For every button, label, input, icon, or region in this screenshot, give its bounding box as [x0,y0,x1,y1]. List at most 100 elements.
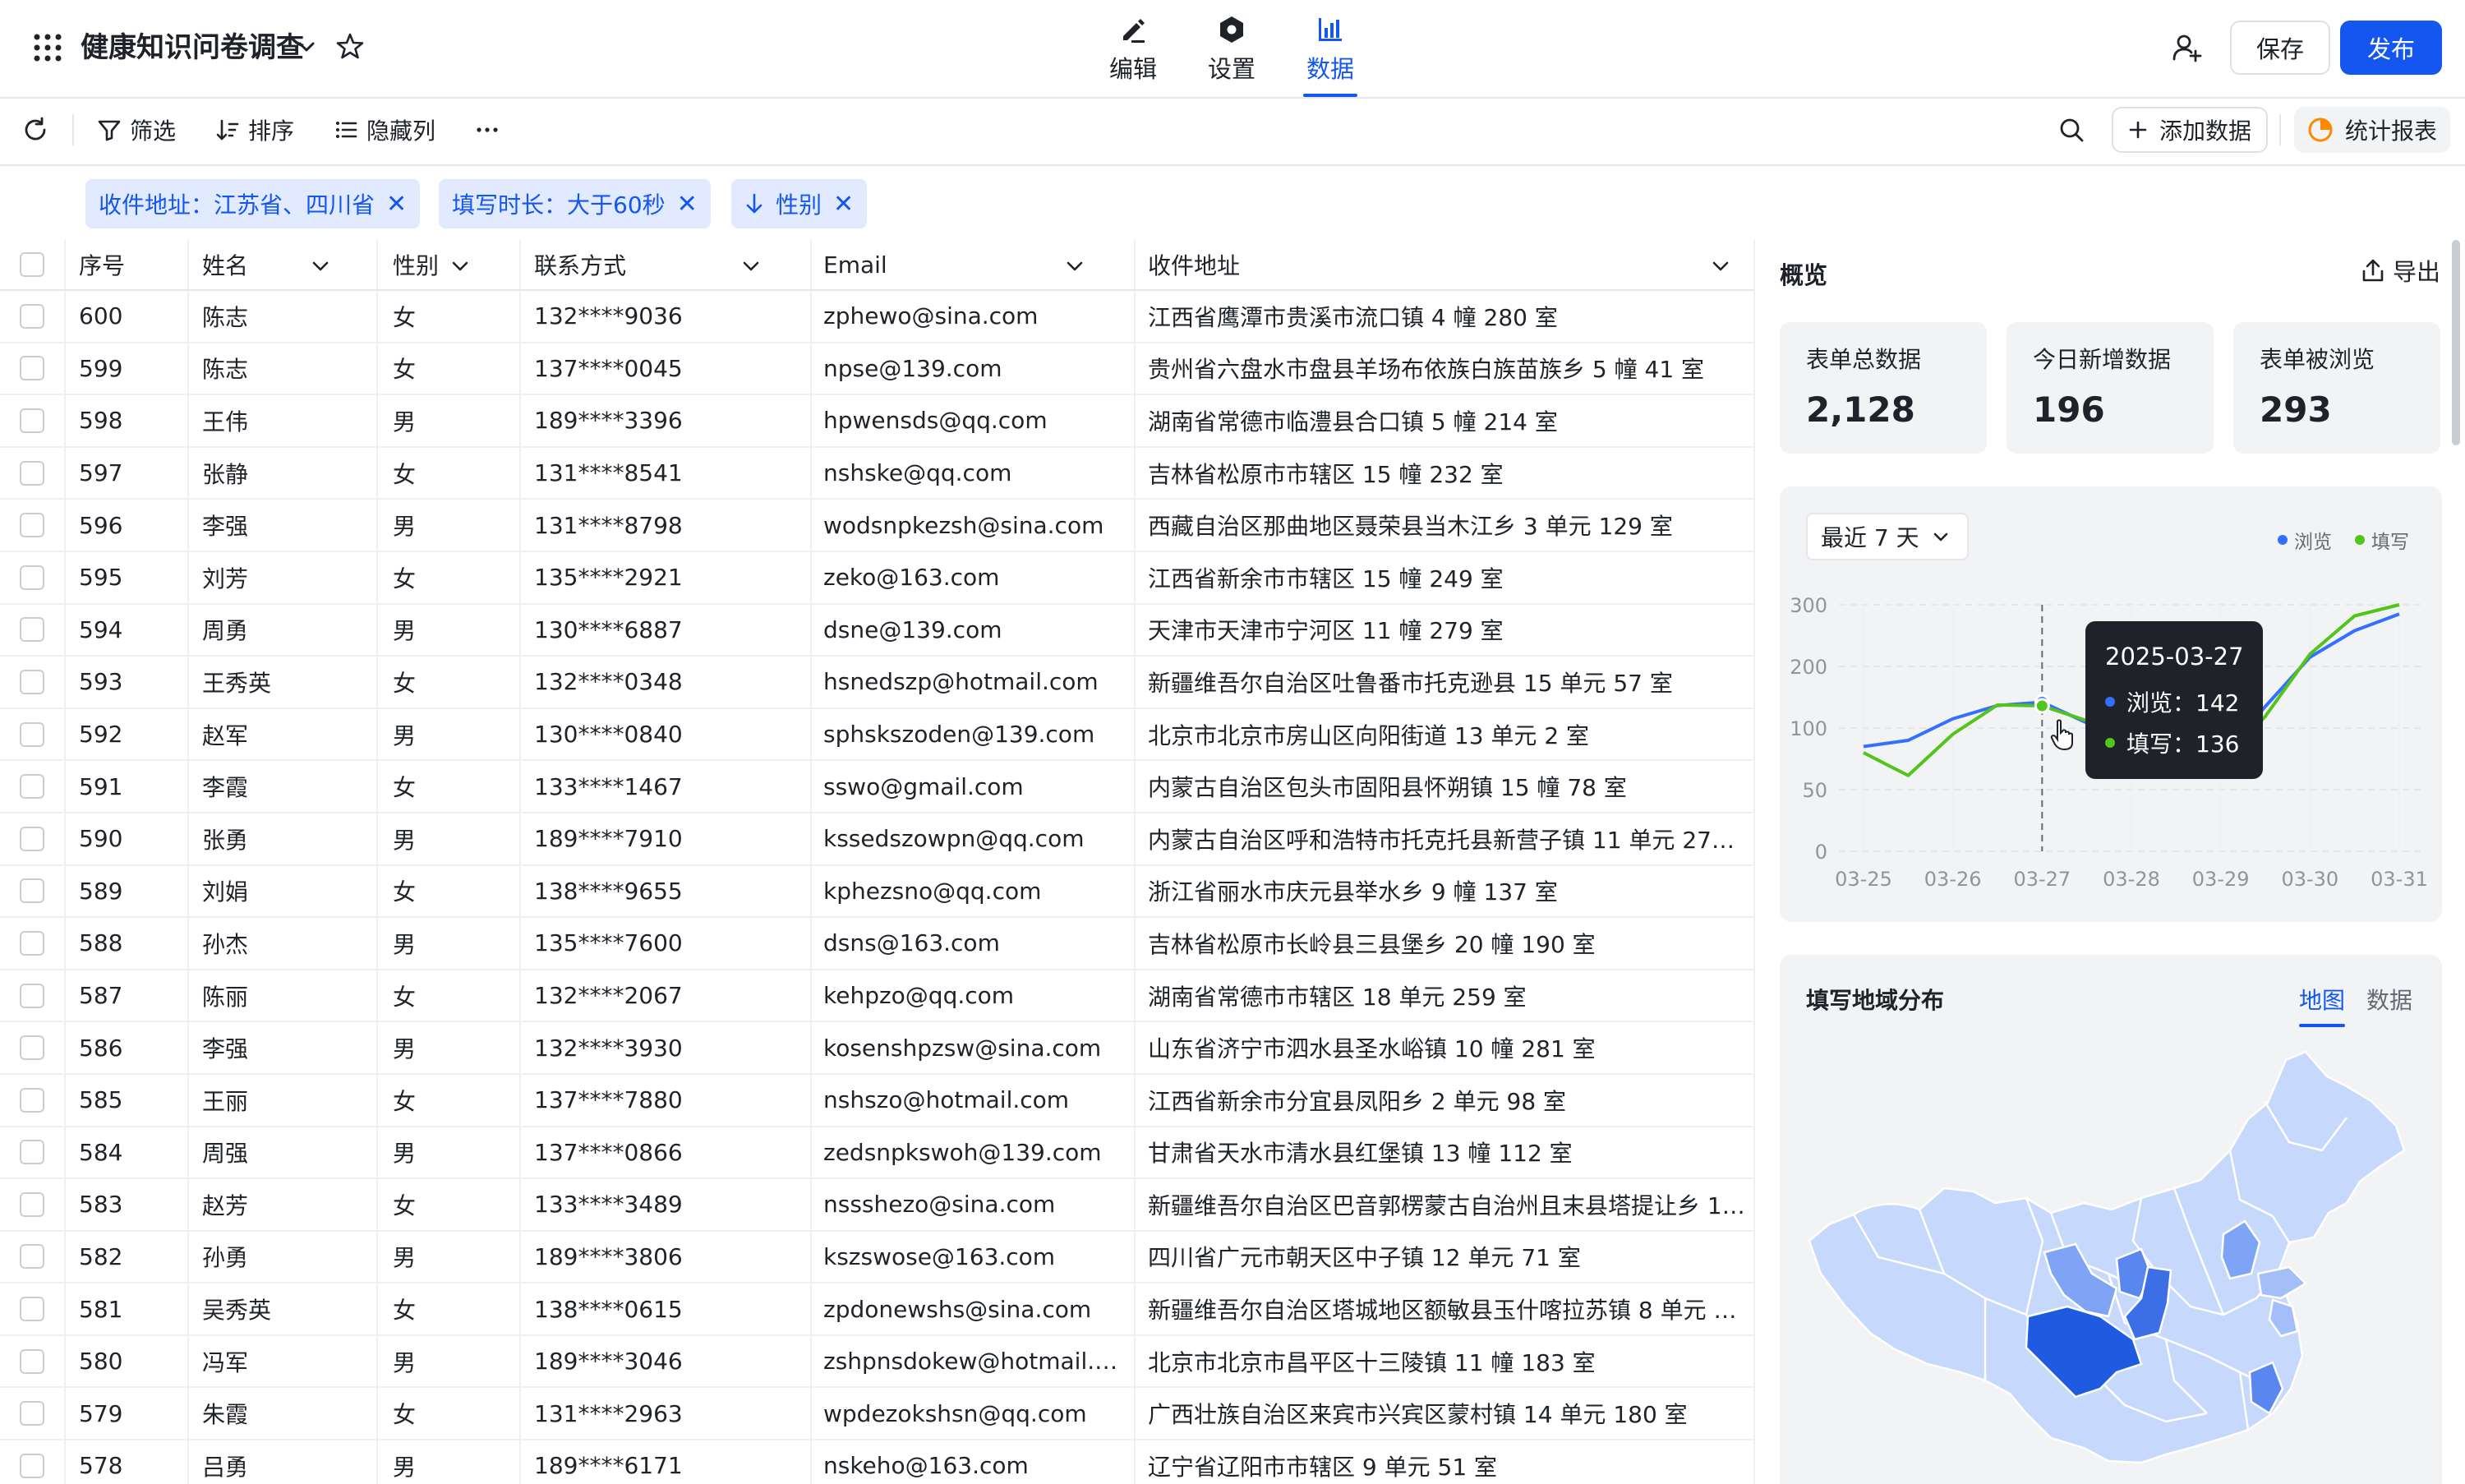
row-checkbox[interactable] [20,1232,46,1283]
row-checkbox[interactable] [20,1440,46,1484]
chevron-down-icon[interactable] [450,256,470,276]
table-row[interactable]: 582 孙勇 男 189****3806 kszswose@163.com 四川省广元市朝… [0,1232,1754,1284]
more-icon[interactable] [475,113,500,146]
add-data-button[interactable]: 添加数据 [2112,107,2268,153]
row-checkbox[interactable] [20,448,46,499]
add-collaborator-icon[interactable] [2171,31,2204,64]
cell-name: 朱霞 [202,1388,366,1439]
filter-button[interactable]: 筛选 [97,113,176,146]
table-row[interactable]: 580 冯军 男 189****3046 zshpnsdokew@hotmail.com… [0,1336,1754,1389]
row-checkbox[interactable] [20,343,46,394]
cell-email: zedsnpkswoh@139.com [823,1127,1127,1178]
table-row[interactable]: 579 朱霞 女 131****2963 wpdezokshsn@qq.com 广西壮族自… [0,1388,1754,1441]
export-button[interactable]: 导出 [2360,253,2440,288]
row-checkbox[interactable] [20,1284,46,1334]
search-icon[interactable] [2057,113,2085,146]
app-grid-icon[interactable] [33,33,62,62]
row-checkbox[interactable] [20,552,46,603]
table-row[interactable]: 594 周勇 男 130****6887 dsne@139.com 天津市天津市宁河区 1… [0,605,1754,657]
row-checkbox[interactable] [20,605,46,656]
china-choropleth-map[interactable] [1780,1027,2442,1484]
sort-button[interactable]: 排序 [215,113,294,146]
row-checkbox[interactable] [20,1336,46,1387]
row-checkbox[interactable] [20,657,46,707]
cell-email: nskeho@163.com [823,1440,1127,1484]
table-row[interactable]: 591 李霞 女 133****1467 sswo@gmail.com 内蒙古自治区包头市… [0,761,1754,813]
hide-columns-button[interactable]: 隐藏列 [334,113,435,146]
chevron-down-icon[interactable] [311,256,330,276]
cell-address-text: 湖南省常德市临澧县合口镇 5 幢 214 室 [1148,408,1558,436]
tab-map-data[interactable]: 数据 [2366,983,2412,1016]
table-row[interactable]: 586 李强 男 132****3930 kosenshpzsw@sina.com 山东省… [0,1022,1754,1075]
table-row[interactable]: 578 吕勇 男 189****6171 nskeho@163.com 辽宁省辽阳市市辖区… [0,1440,1754,1484]
table-row[interactable]: 590 张勇 男 189****7910 kssedszowpn@qq.com 内蒙古自治… [0,813,1754,866]
table-row[interactable]: 597 张静 女 131****8541 nshske@qq.com 吉林省松原市市辖区 … [0,448,1754,500]
header-phone[interactable]: 联系方式 [534,240,805,289]
cell-email: zphewo@sina.com [823,291,1127,342]
row-checkbox[interactable] [20,970,46,1021]
header-name[interactable]: 姓名 [202,240,366,289]
filter-chip-duration[interactable]: 填写时长：大于60秒 ✕ [439,179,711,228]
row-checkbox[interactable] [20,761,46,812]
table-row[interactable]: 600 陈志 女 132****9036 zphewo@sina.com 江西省鹰潭市贵溪… [0,291,1754,343]
chevron-down-icon[interactable] [1711,256,1730,276]
row-checkbox[interactable] [20,813,46,864]
map-region-shandong[interactable] [2256,1265,2308,1300]
table-row[interactable]: 583 赵芳 女 133****3489 nssshezo@sina.com 新疆维吾尔自… [0,1179,1754,1232]
close-icon[interactable]: ✕ [386,190,407,219]
header-index[interactable]: 序号 [79,240,186,289]
tab-edit[interactable]: 编辑 [1088,8,1178,95]
row-checkbox[interactable] [20,291,46,342]
filter-chip-label: 填写时长：大于60秒 [452,191,666,219]
table-row[interactable]: 581 吴秀英 女 138****0615 zpdonewshs@sina.com 新疆维… [0,1284,1754,1336]
cell-phone-text: 138****9655 [534,877,683,905]
cell-phone-text: 138****0615 [534,1295,683,1323]
tooltip-fills-text: 填写：136 [2126,730,2240,758]
table-row[interactable]: 598 王伟 男 189****3396 hpwensds@qq.com 湖南省常德市临澧… [0,395,1754,448]
close-icon[interactable]: ✕ [833,190,854,219]
refresh-button[interactable] [21,113,49,146]
table-row[interactable]: 596 李强 男 131****8798 wodsnpkezsh@sina.com 西藏自… [0,500,1754,552]
row-checkbox[interactable] [20,709,46,760]
table-row[interactable]: 587 陈丽 女 132****2067 kehpzo@qq.com 湖南省常德市市辖区 … [0,970,1754,1023]
star-icon[interactable] [335,31,365,61]
row-checkbox[interactable] [20,918,46,969]
table-row[interactable]: 584 周强 男 137****0866 zedsnpkswoh@139.com 甘肃省天… [0,1127,1754,1180]
stat-card-total: 表单总数据 2,128 [1780,322,1987,454]
row-checkbox[interactable] [20,500,46,551]
table-row[interactable]: 595 刘芳 女 135****2921 zeko@163.com 江西省新余市市辖区 1… [0,552,1754,605]
row-checkbox[interactable] [20,1388,46,1439]
chevron-down-icon[interactable] [741,256,761,276]
filter-chip-gender-sort[interactable]: 性别 ✕ [731,179,868,228]
date-range-select[interactable]: 最近 7 天 [1806,513,1969,560]
tab-map[interactable]: 地图 [2299,983,2346,1027]
legend-fills[interactable]: 填写 [2355,526,2409,554]
app-title[interactable]: 健康知识问卷调查 [81,28,304,67]
chevron-down-icon[interactable] [296,36,317,58]
row-checkbox[interactable] [20,395,46,446]
panel-scrollbar[interactable] [2452,240,2460,445]
tab-data[interactable]: 数据 [1285,8,1375,97]
table-row[interactable]: 592 赵军 男 130****0840 sphskszoden@139.com 北京市北… [0,709,1754,762]
publish-button[interactable]: 发布 [2340,21,2442,75]
row-checkbox[interactable] [20,1022,46,1073]
table-row[interactable]: 599 陈志 女 137****0045 npse@139.com 贵州省六盘水市盘县羊场… [0,343,1754,396]
header-address[interactable]: 收件地址 [1148,240,1746,289]
table-row[interactable]: 588 孙杰 男 135****7600 dsns@163.com 吉林省松原市长岭县三县… [0,918,1754,970]
legend-views[interactable]: 浏览 [2278,526,2332,554]
row-checkbox[interactable] [20,1127,46,1178]
tab-settings[interactable]: 设置 [1186,8,1277,95]
select-all-checkbox[interactable] [20,240,46,289]
row-checkbox[interactable] [20,1075,46,1126]
table-row[interactable]: 585 王丽 女 137****7880 nshszo@hotmail.com 江西省新余… [0,1075,1754,1127]
report-button[interactable]: 统计报表 [2294,107,2450,153]
close-icon[interactable]: ✕ [677,190,698,219]
row-checkbox[interactable] [20,866,46,917]
table-row[interactable]: 593 王秀英 女 132****0348 hsnedszp@hotmail.com 新疆… [0,657,1754,709]
map-region-china[interactable] [1808,1050,2406,1464]
filter-chip-address[interactable]: 收件地址：江苏省、四川省 ✕ [85,179,421,228]
save-button[interactable]: 保存 [2230,21,2330,75]
chevron-down-icon[interactable] [1065,256,1085,276]
row-checkbox[interactable] [20,1179,46,1230]
table-row[interactable]: 589 刘娟 女 138****9655 kphezsno@qq.com 浙江省丽水市庆元… [0,866,1754,919]
